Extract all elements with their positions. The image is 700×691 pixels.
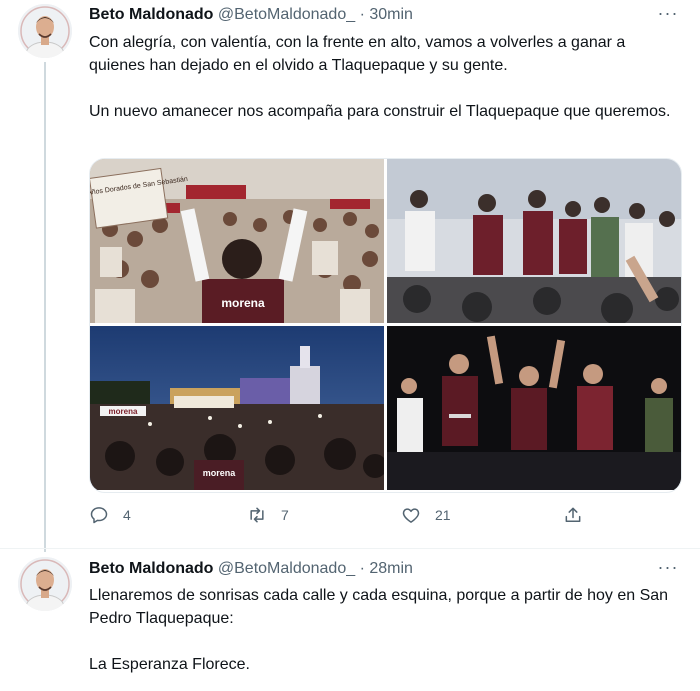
tweet-text: Llenaremos de sonrisas cada calle y cada… xyxy=(89,587,669,673)
like-button[interactable]: 21 xyxy=(401,505,451,525)
retweet-count: 7 xyxy=(281,507,289,523)
photo-4[interactable] xyxy=(387,326,681,490)
reply-button[interactable]: 4 xyxy=(89,505,131,525)
rally-shirt-text: morena xyxy=(221,296,265,310)
plaza-banner-text: morena xyxy=(109,407,138,416)
tweet-actions: 4 7 21 xyxy=(89,505,589,529)
night-plaza-crowd-photo-icon: morena morena xyxy=(90,326,384,490)
photo-1[interactable]: Grupo Años Dorados de San Sebastián more… xyxy=(90,159,384,323)
tweet-time[interactable]: · 28min xyxy=(360,560,413,577)
share-button[interactable] xyxy=(563,505,597,525)
author-handle[interactable]: @BetoMaldonado_ xyxy=(218,560,355,577)
author-handle[interactable]: @BetoMaldonado_ xyxy=(218,6,355,23)
reply-icon xyxy=(90,507,108,524)
more-options-button[interactable]: ··· xyxy=(656,558,680,580)
avatar-portrait-icon xyxy=(18,557,72,611)
tweet-header: Beto Maldonado @BetoMaldonado_ · 28min xyxy=(89,559,413,579)
tweet-header: Beto Maldonado @BetoMaldonado_ · 30min xyxy=(89,5,413,25)
more-options-button[interactable]: ··· xyxy=(656,4,680,26)
author-avatar[interactable] xyxy=(18,4,72,58)
avatar-portrait-icon xyxy=(18,4,72,58)
plaza-shirt-text: morena xyxy=(203,468,237,478)
photo-3[interactable]: morena morena xyxy=(90,326,384,490)
tweet-text: Con alegría, con valentía, con la frente… xyxy=(89,34,671,120)
tweet-1[interactable]: Beto Maldonado @BetoMaldonado_ · 30min ·… xyxy=(0,0,700,552)
reply-count: 4 xyxy=(123,507,131,523)
heart-icon xyxy=(402,508,420,523)
tweet-time[interactable]: · 30min xyxy=(360,6,413,23)
night-stage-photo-icon xyxy=(387,326,681,490)
author-name[interactable]: Beto Maldonado xyxy=(89,560,213,577)
rally-crowd-photo-icon: Grupo Años Dorados de San Sebastián more… xyxy=(90,159,384,323)
author-avatar[interactable] xyxy=(18,557,72,611)
tweet-2[interactable]: Beto Maldonado @BetoMaldonado_ · 28min ·… xyxy=(0,548,700,691)
tweet-media-grid[interactable]: Grupo Años Dorados de San Sebastián more… xyxy=(89,158,682,493)
author-name[interactable]: Beto Maldonado xyxy=(89,6,213,23)
stage-leaders-photo-icon xyxy=(387,159,681,323)
like-count: 21 xyxy=(435,507,451,523)
share-icon xyxy=(565,507,581,522)
photo-2[interactable] xyxy=(387,159,681,323)
retweet-icon xyxy=(250,507,264,523)
thread-connector xyxy=(44,62,46,552)
retweet-button[interactable]: 7 xyxy=(247,505,289,525)
